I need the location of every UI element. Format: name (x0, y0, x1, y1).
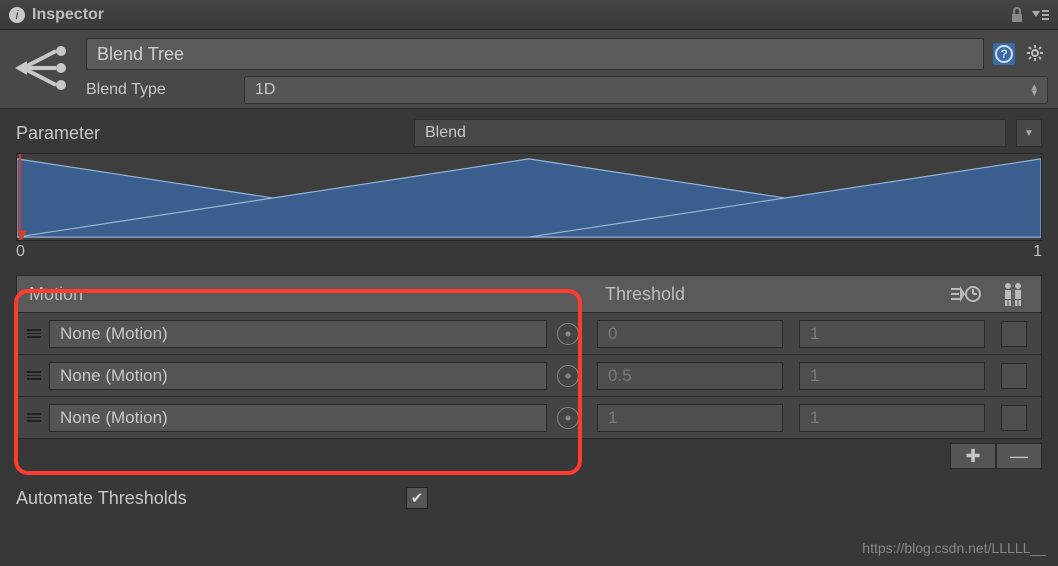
mirror-toggle[interactable] (1001, 321, 1027, 347)
settings-icon[interactable] (1024, 42, 1048, 66)
blend-tree-header: ? Blend Type 1D ▴▾ (0, 30, 1058, 109)
motion-row: None (Motion) 1 1 (16, 397, 1042, 439)
object-picker-icon[interactable] (557, 323, 579, 345)
chevron-down-icon: ▼ (1024, 128, 1034, 139)
automate-thresholds-label: Automate Thresholds (16, 488, 386, 509)
blend-tree-name-input[interactable] (86, 38, 984, 70)
motion-row: None (Motion) 0 1 (16, 313, 1042, 355)
column-motion: Motion (17, 284, 585, 305)
lock-icon[interactable] (1010, 7, 1024, 23)
blend-tree-icon (10, 38, 76, 98)
blend-type-dropdown[interactable]: 1D ▴▾ (244, 76, 1048, 104)
motion-list: Motion Threshold None (Motion) 0 1 None … (16, 275, 1042, 469)
speed-field[interactable]: 1 (799, 404, 985, 432)
parameter-row: Parameter Blend ▼ (0, 109, 1058, 153)
parameter-label: Parameter (16, 123, 404, 144)
speed-field[interactable]: 1 (799, 320, 985, 348)
parameter-dropdown[interactable]: Blend (414, 119, 1006, 147)
automate-thresholds-checkbox[interactable]: ✔ (406, 487, 428, 509)
blend-type-value: 1D (255, 81, 275, 99)
remove-motion-button[interactable]: — (996, 443, 1042, 469)
mirror-toggle[interactable] (1001, 405, 1027, 431)
threshold-field[interactable]: 1 (597, 404, 783, 432)
graph-axis: 0 1 (0, 241, 1058, 267)
column-threshold: Threshold (585, 284, 951, 305)
chevron-updown-icon: ▴▾ (1031, 84, 1037, 96)
parameter-value: Blend (425, 124, 466, 142)
speed-field[interactable]: 1 (799, 362, 985, 390)
svg-text:?: ? (1000, 47, 1007, 61)
inspector-title: Inspector (32, 6, 1010, 24)
mirror-toggle[interactable] (1001, 363, 1027, 389)
mirror-icon (1001, 281, 1025, 307)
threshold-field[interactable]: 0 (597, 320, 783, 348)
motion-field[interactable]: None (Motion) (49, 362, 547, 390)
timescale-icon (951, 283, 981, 305)
menu-icon[interactable] (1030, 9, 1050, 21)
axis-min: 0 (16, 243, 25, 261)
motion-field[interactable]: None (Motion) (49, 404, 547, 432)
motion-field[interactable]: None (Motion) (49, 320, 547, 348)
info-icon: i (8, 6, 26, 24)
parameter-dropdown-arrow[interactable]: ▼ (1016, 119, 1042, 147)
blend-graph[interactable] (16, 153, 1042, 241)
threshold-field[interactable]: 0.5 (597, 362, 783, 390)
list-header: Motion Threshold (16, 275, 1042, 313)
add-motion-button[interactable]: ✚ (950, 443, 996, 469)
blend-type-label: Blend Type (86, 81, 234, 99)
inspector-header: i Inspector (0, 0, 1058, 30)
drag-handle[interactable] (25, 371, 43, 380)
svg-text:i: i (16, 8, 19, 22)
motion-row: None (Motion) 0.5 1 (16, 355, 1042, 397)
object-picker-icon[interactable] (557, 365, 579, 387)
drag-handle[interactable] (25, 413, 43, 422)
watermark: https://blog.csdn.net/LLLLL__ (862, 540, 1046, 556)
axis-max: 1 (1033, 243, 1042, 261)
help-icon[interactable]: ? (992, 42, 1016, 66)
drag-handle[interactable] (25, 329, 43, 338)
object-picker-icon[interactable] (557, 407, 579, 429)
automate-thresholds-row: Automate Thresholds ✔ (0, 469, 1058, 527)
